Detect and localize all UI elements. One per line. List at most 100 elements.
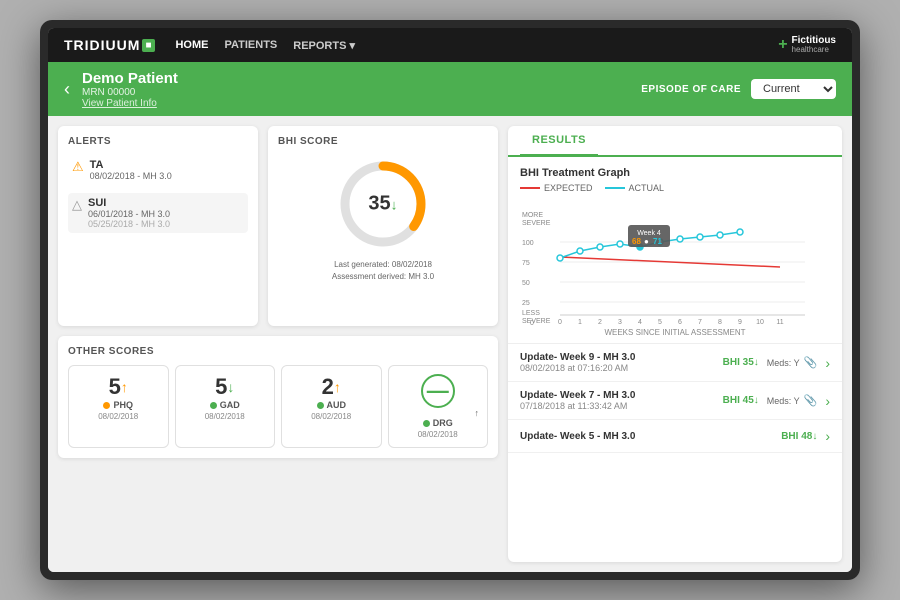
- gad-value: 5↓: [182, 374, 269, 400]
- bhi-donut-chart: 35↓: [338, 159, 428, 249]
- episode-of-care: EPISODE OF CARE Current: [641, 79, 836, 99]
- clip-icon-week9: 📎: [804, 356, 818, 369]
- other-scores-panel: OTHER SCORES 5↑ PHQ 08/02/2018: [58, 336, 498, 458]
- entry-week7[interactable]: Update- Week 7 - MH 3.0 07/18/2018 at 11…: [508, 382, 842, 420]
- episode-select[interactable]: Current: [751, 79, 836, 99]
- gad-label: GAD: [182, 400, 269, 410]
- aud-label: AUD: [288, 400, 375, 410]
- entry-title-week7: Update- Week 7 - MH 3.0: [520, 390, 723, 401]
- monitor-screen: TRIDIUUM■ HOME PATIENTS REPORTS ▾ + Fict…: [48, 28, 852, 572]
- aud-value: 2↑: [288, 374, 375, 400]
- actual-line-icon: [605, 187, 625, 189]
- patient-header: ‹ Demo Patient MRN 00000 View Patient In…: [48, 62, 852, 116]
- back-button[interactable]: ‹: [64, 79, 70, 100]
- episode-label: EPISODE OF CARE: [641, 84, 741, 95]
- score-card-gad: 5↓ GAD 08/02/2018: [175, 365, 276, 448]
- svg-text:MORE: MORE: [522, 212, 543, 219]
- alert-dates-ta: 08/02/2018 - MH 3.0: [90, 171, 172, 181]
- brand-name-bottom: healthcare: [792, 46, 836, 55]
- phq-date: 08/02/2018: [75, 412, 162, 421]
- monitor-shell: TRIDIUUM■ HOME PATIENTS REPORTS ▾ + Fict…: [40, 20, 860, 580]
- svg-text:SEVERE: SEVERE: [522, 220, 551, 227]
- entries-list: Update- Week 9 - MH 3.0 08/02/2018 at 07…: [508, 343, 842, 562]
- bhi-meta: Last generated: 08/02/2018 Assessment de…: [332, 259, 434, 283]
- results-tab[interactable]: RESULTS: [520, 126, 598, 157]
- entry-info-week7: Update- Week 7 - MH 3.0 07/18/2018 at 11…: [520, 390, 723, 411]
- chart-title: BHI Treatment Graph: [520, 167, 830, 179]
- nav-links: HOME PATIENTS REPORTS ▾: [175, 39, 778, 52]
- top-row: ALERTS ⚠ TA 08/02/2018 - MH 3.0 △: [58, 126, 498, 326]
- other-scores-title: OTHER SCORES: [68, 346, 488, 357]
- alerts-panel: ALERTS ⚠ TA 08/02/2018 - MH 3.0 △: [58, 126, 258, 326]
- chevron-right-icon-week7[interactable]: ›: [825, 393, 830, 409]
- svg-text:SEVERE: SEVERE: [522, 318, 551, 325]
- results-body: BHI Treatment Graph EXPECTED ACTUAL: [508, 157, 842, 562]
- entry-week5[interactable]: Update- Week 5 - MH 3.0 BHI 48↓ ›: [508, 420, 842, 453]
- svg-text:7: 7: [698, 319, 702, 326]
- app-logo: TRIDIUUM■: [64, 37, 155, 53]
- entry-meds-week9: Meds: Y: [767, 358, 800, 368]
- svg-text:2: 2: [598, 319, 602, 326]
- nav-home[interactable]: HOME: [175, 39, 208, 52]
- legend-expected: EXPECTED: [520, 183, 593, 193]
- alert-tag-sui: SUI: [88, 197, 170, 209]
- score-card-drg: — ↑ DRG 08/02/2018: [388, 365, 489, 448]
- expected-line-icon: [520, 187, 540, 189]
- alerts-title: ALERTS: [68, 136, 248, 147]
- svg-text:0: 0: [530, 320, 534, 327]
- svg-text:●: ●: [644, 237, 649, 246]
- chart-x-label: WEEKS SINCE INITIAL ASSESSMENT: [520, 328, 830, 337]
- entry-bhi-week5: BHI 48↓: [781, 431, 817, 442]
- entry-week9[interactable]: Update- Week 9 - MH 3.0 08/02/2018 at 07…: [508, 344, 842, 382]
- svg-text:6: 6: [678, 319, 682, 326]
- score-card-aud: 2↑ AUD 08/02/2018: [281, 365, 382, 448]
- main-content: ALERTS ⚠ TA 08/02/2018 - MH 3.0 △: [48, 116, 852, 572]
- patient-info: Demo Patient MRN 00000 View Patient Info: [82, 70, 641, 109]
- bhi-treatment-chart: MORE SEVERE 100 75 50 25 LESS SEVERE 0: [520, 197, 810, 327]
- legend-actual: ACTUAL: [605, 183, 665, 193]
- svg-text:4: 4: [638, 319, 642, 326]
- gad-date: 08/02/2018: [182, 412, 269, 421]
- triangle-icon: △: [72, 197, 82, 213]
- brand-logo: + Fictitious healthcare: [778, 35, 836, 55]
- warning-icon: ⚠: [72, 159, 84, 175]
- svg-text:0: 0: [558, 319, 562, 326]
- view-patient-info-link[interactable]: View Patient Info: [82, 98, 641, 109]
- brand-plus-icon: +: [778, 36, 787, 54]
- bhi-title: BHI SCORE: [278, 136, 338, 147]
- nav-reports[interactable]: REPORTS ▾: [293, 39, 355, 52]
- phq-label: PHQ: [75, 400, 162, 410]
- svg-text:75: 75: [522, 260, 530, 267]
- chevron-right-icon-week5[interactable]: ›: [825, 428, 830, 444]
- drg-label: DRG: [395, 418, 482, 428]
- alert-item-ta[interactable]: ⚠ TA 08/02/2018 - MH 3.0: [68, 155, 248, 185]
- patient-name: Demo Patient: [82, 70, 641, 87]
- patient-mrn: MRN 00000: [82, 87, 641, 98]
- svg-text:8: 8: [718, 319, 722, 326]
- alert-tag-ta: TA: [90, 159, 172, 171]
- nav-patients[interactable]: PATIENTS: [224, 39, 277, 52]
- svg-text:50: 50: [522, 280, 530, 287]
- svg-text:10: 10: [756, 319, 764, 326]
- svg-text:5: 5: [658, 319, 662, 326]
- svg-text:3: 3: [618, 319, 622, 326]
- entry-meds-week7: Meds: Y: [767, 396, 800, 406]
- drg-date: 08/02/2018: [395, 430, 482, 439]
- svg-text:71: 71: [653, 237, 662, 246]
- entry-bhi-week9: BHI 35↓: [723, 357, 759, 368]
- svg-text:100: 100: [522, 240, 534, 247]
- alert-item-sui[interactable]: △ SUI 06/01/2018 - MH 3.0 05/25/2018 - M…: [68, 193, 248, 233]
- chevron-right-icon-week9[interactable]: ›: [825, 355, 830, 371]
- results-panel: RESULTS BHI Treatment Graph EXPECTED: [508, 126, 842, 562]
- aud-date: 08/02/2018: [288, 412, 375, 421]
- svg-text:LESS: LESS: [522, 310, 540, 317]
- svg-text:25: 25: [522, 300, 530, 307]
- entry-date-week9: 08/02/2018 at 07:16:20 AM: [520, 363, 723, 373]
- chart-svg-wrapper: MORE SEVERE 100 75 50 25 LESS SEVERE 0: [520, 197, 830, 337]
- svg-text:68: 68: [632, 237, 641, 246]
- bhi-score-panel: BHI SCORE 35↓: [268, 126, 498, 326]
- scores-grid: 5↑ PHQ 08/02/2018 5↓: [68, 365, 488, 448]
- entry-bhi-week7: BHI 45↓: [723, 395, 759, 406]
- results-tabs: RESULTS: [508, 126, 842, 157]
- entry-title-week5: Update- Week 5 - MH 3.0: [520, 431, 781, 442]
